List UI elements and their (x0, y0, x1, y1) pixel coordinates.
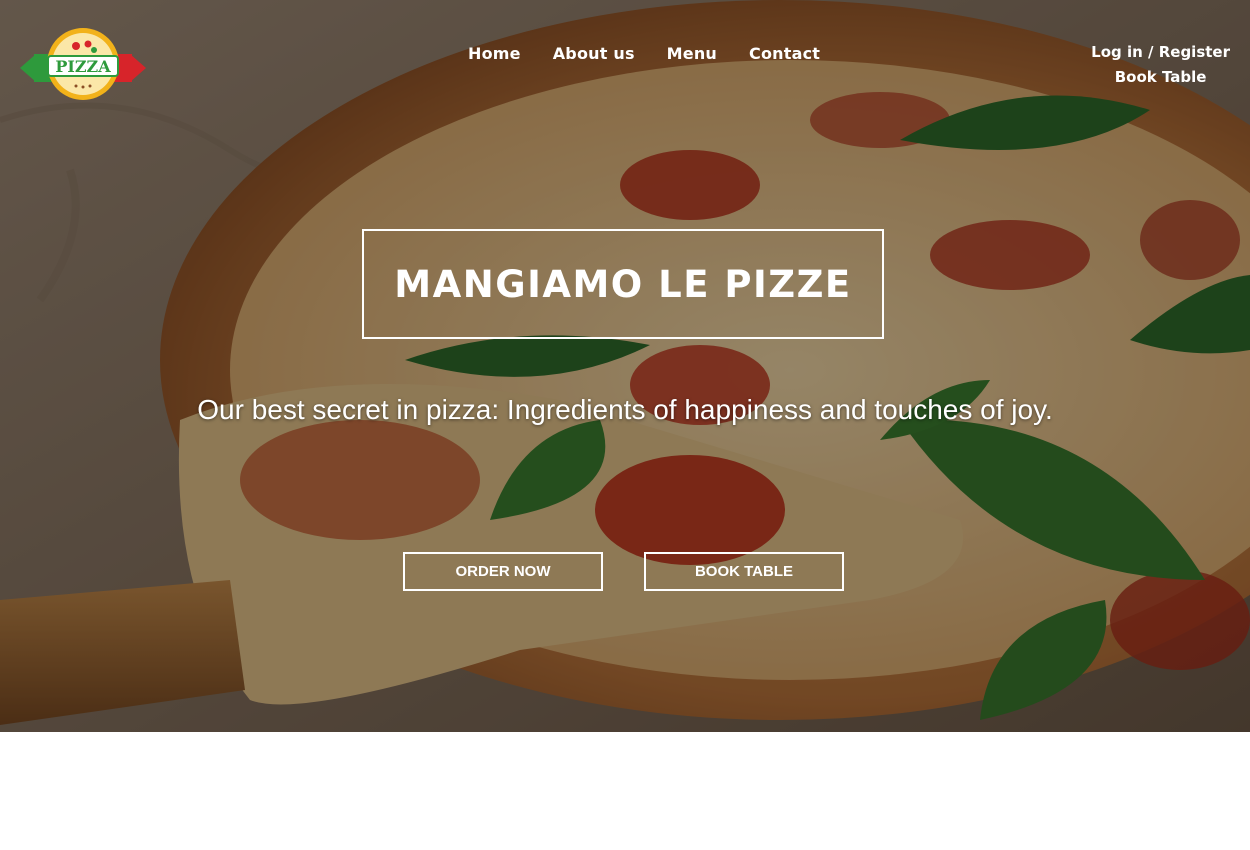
book-table-button[interactable]: BOOK TABLE (644, 552, 844, 591)
main-nav: Home About us Menu Contact (468, 44, 820, 63)
hero-title-box: MANGIAMO LE PIZZE (362, 229, 884, 339)
pizza-logo[interactable]: PIZZA (18, 24, 148, 104)
nav-link-contact[interactable]: Contact (749, 44, 820, 63)
book-table-link[interactable]: Book Table (1091, 65, 1230, 90)
hero-tagline: Our best secret in pizza: Ingredients of… (197, 394, 1053, 425)
login-register-link[interactable]: Log in / Register (1091, 40, 1230, 65)
pizza-background-image (0, 0, 1250, 732)
account-links: Log in / Register Book Table (1091, 40, 1230, 90)
hero-section: PIZZA Home About us Menu Contact Log in … (0, 0, 1250, 732)
hero-title: MANGIAMO LE PIZZE (394, 262, 852, 306)
logo-text: PIZZA (55, 57, 111, 76)
order-now-button[interactable]: ORDER NOW (403, 552, 603, 591)
nav-link-home[interactable]: Home (468, 44, 521, 63)
nav-link-menu[interactable]: Menu (667, 44, 717, 63)
nav-link-about[interactable]: About us (553, 44, 635, 63)
